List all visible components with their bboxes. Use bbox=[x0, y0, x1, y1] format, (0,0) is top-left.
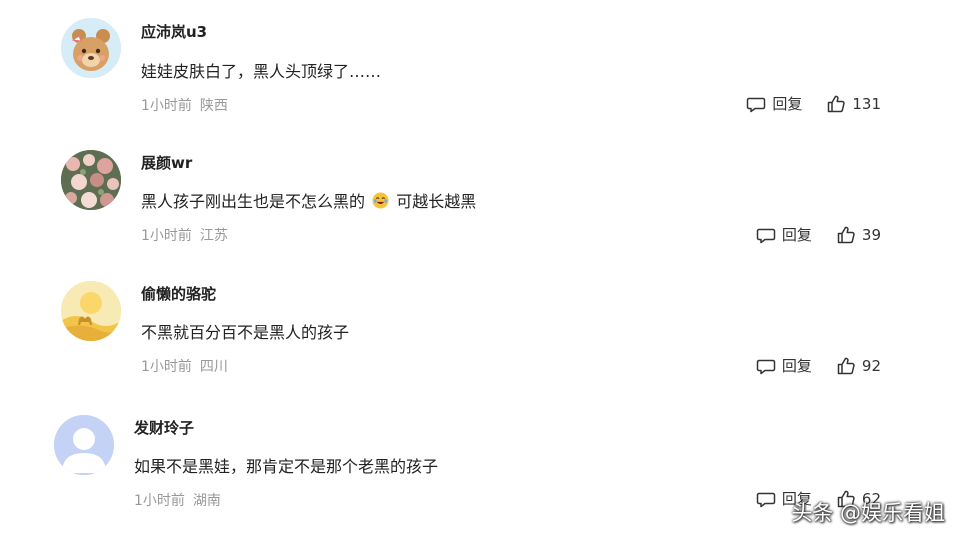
like-count: 92 bbox=[861, 356, 881, 375]
reply-button[interactable]: 回复 bbox=[756, 355, 812, 376]
comment-location: 陕西 bbox=[199, 98, 228, 114]
comment-time: 1小时前 bbox=[141, 228, 192, 244]
comment-item: 应沛岚u3 娃娃皮肤白了，黑人头顶绿了…… 1小时前 陕西 回复 131 bbox=[0, 0, 959, 130]
thumbs-up-icon bbox=[828, 95, 846, 112]
camel-desert-avatar-icon bbox=[61, 281, 121, 341]
bear-avatar-icon bbox=[61, 18, 121, 78]
like-button[interactable]: 131 bbox=[826, 94, 881, 114]
comment-text: 如果不是黑娃，那肯定不是那个老黑的孩子 bbox=[134, 457, 439, 476]
thumbs-up-icon bbox=[837, 357, 855, 374]
comment-time: 1小时前 bbox=[141, 359, 192, 375]
watermark: 头条 @娱乐看姐 bbox=[791, 501, 945, 525]
like-count: 39 bbox=[861, 225, 881, 244]
avatar[interactable] bbox=[61, 281, 121, 341]
comment-text: 不黑就百分百不是黑人的孩子 bbox=[141, 323, 350, 342]
comment-meta: 1小时前 陕西 bbox=[141, 95, 228, 115]
username[interactable]: 展颜wr bbox=[141, 152, 192, 173]
comment-item: 展颜wr 黑人孩子刚出生也是不怎么黑的 可越长越黑 1小时前 江苏 回复 39 bbox=[0, 130, 959, 261]
comment-item: 偷懒的骆驼 不黑就百分百不是黑人的孩子 1小时前 四川 回复 92 bbox=[0, 261, 959, 392]
comment-text: 黑人孩子刚出生也是不怎么黑的 可越长越黑 bbox=[141, 188, 476, 212]
comment-text-part: 可越长越黑 bbox=[396, 192, 477, 211]
reply-button[interactable]: 回复 bbox=[746, 93, 802, 114]
flower-avatar-icon bbox=[61, 150, 121, 210]
comment-text-part: 黑人孩子刚出生也是不怎么黑的 bbox=[141, 192, 366, 211]
reply-button[interactable]: 回复 bbox=[756, 224, 812, 245]
comment-bubble-icon bbox=[756, 228, 776, 243]
comment-time: 1小时前 bbox=[134, 493, 185, 509]
comment-actions: 回复 39 bbox=[756, 224, 881, 245]
comment-text: 娃娃皮肤白了，黑人头顶绿了…… bbox=[141, 62, 382, 81]
comment-bubble-icon bbox=[747, 97, 766, 112]
like-button[interactable]: 39 bbox=[836, 225, 881, 245]
comment-actions: 回复 92 bbox=[756, 355, 881, 376]
comment-location: 四川 bbox=[199, 359, 228, 375]
comment-actions: 回复 131 bbox=[746, 93, 881, 114]
laughing-crying-emoji-icon bbox=[372, 192, 389, 209]
reply-label: 回复 bbox=[772, 95, 803, 113]
comment-bubble-icon bbox=[756, 492, 776, 507]
default-user-avatar-icon bbox=[54, 415, 114, 475]
like-button[interactable]: 92 bbox=[836, 356, 881, 376]
reply-label: 回复 bbox=[781, 226, 812, 244]
comment-time: 1小时前 bbox=[141, 98, 192, 114]
username[interactable]: 应沛岚u3 bbox=[141, 21, 207, 42]
avatar[interactable] bbox=[61, 18, 121, 78]
thumbs-up-icon bbox=[837, 226, 855, 243]
avatar[interactable] bbox=[54, 415, 114, 475]
like-count: 131 bbox=[852, 94, 881, 113]
comment-meta: 1小时前 湖南 bbox=[134, 490, 221, 510]
comment-list: 应沛岚u3 娃娃皮肤白了，黑人头顶绿了…… 1小时前 陕西 回复 131 展颜w… bbox=[0, 0, 959, 541]
comment-location: 江苏 bbox=[199, 228, 228, 244]
comment-meta: 1小时前 江苏 bbox=[141, 225, 228, 245]
reply-label: 回复 bbox=[781, 357, 812, 375]
comment-bubble-icon bbox=[756, 359, 776, 374]
comment-location: 湖南 bbox=[192, 493, 221, 509]
avatar[interactable] bbox=[61, 150, 121, 210]
username[interactable]: 偷懒的骆驼 bbox=[141, 283, 216, 304]
comment-meta: 1小时前 四川 bbox=[141, 356, 228, 376]
username[interactable]: 发财玲子 bbox=[134, 417, 194, 438]
